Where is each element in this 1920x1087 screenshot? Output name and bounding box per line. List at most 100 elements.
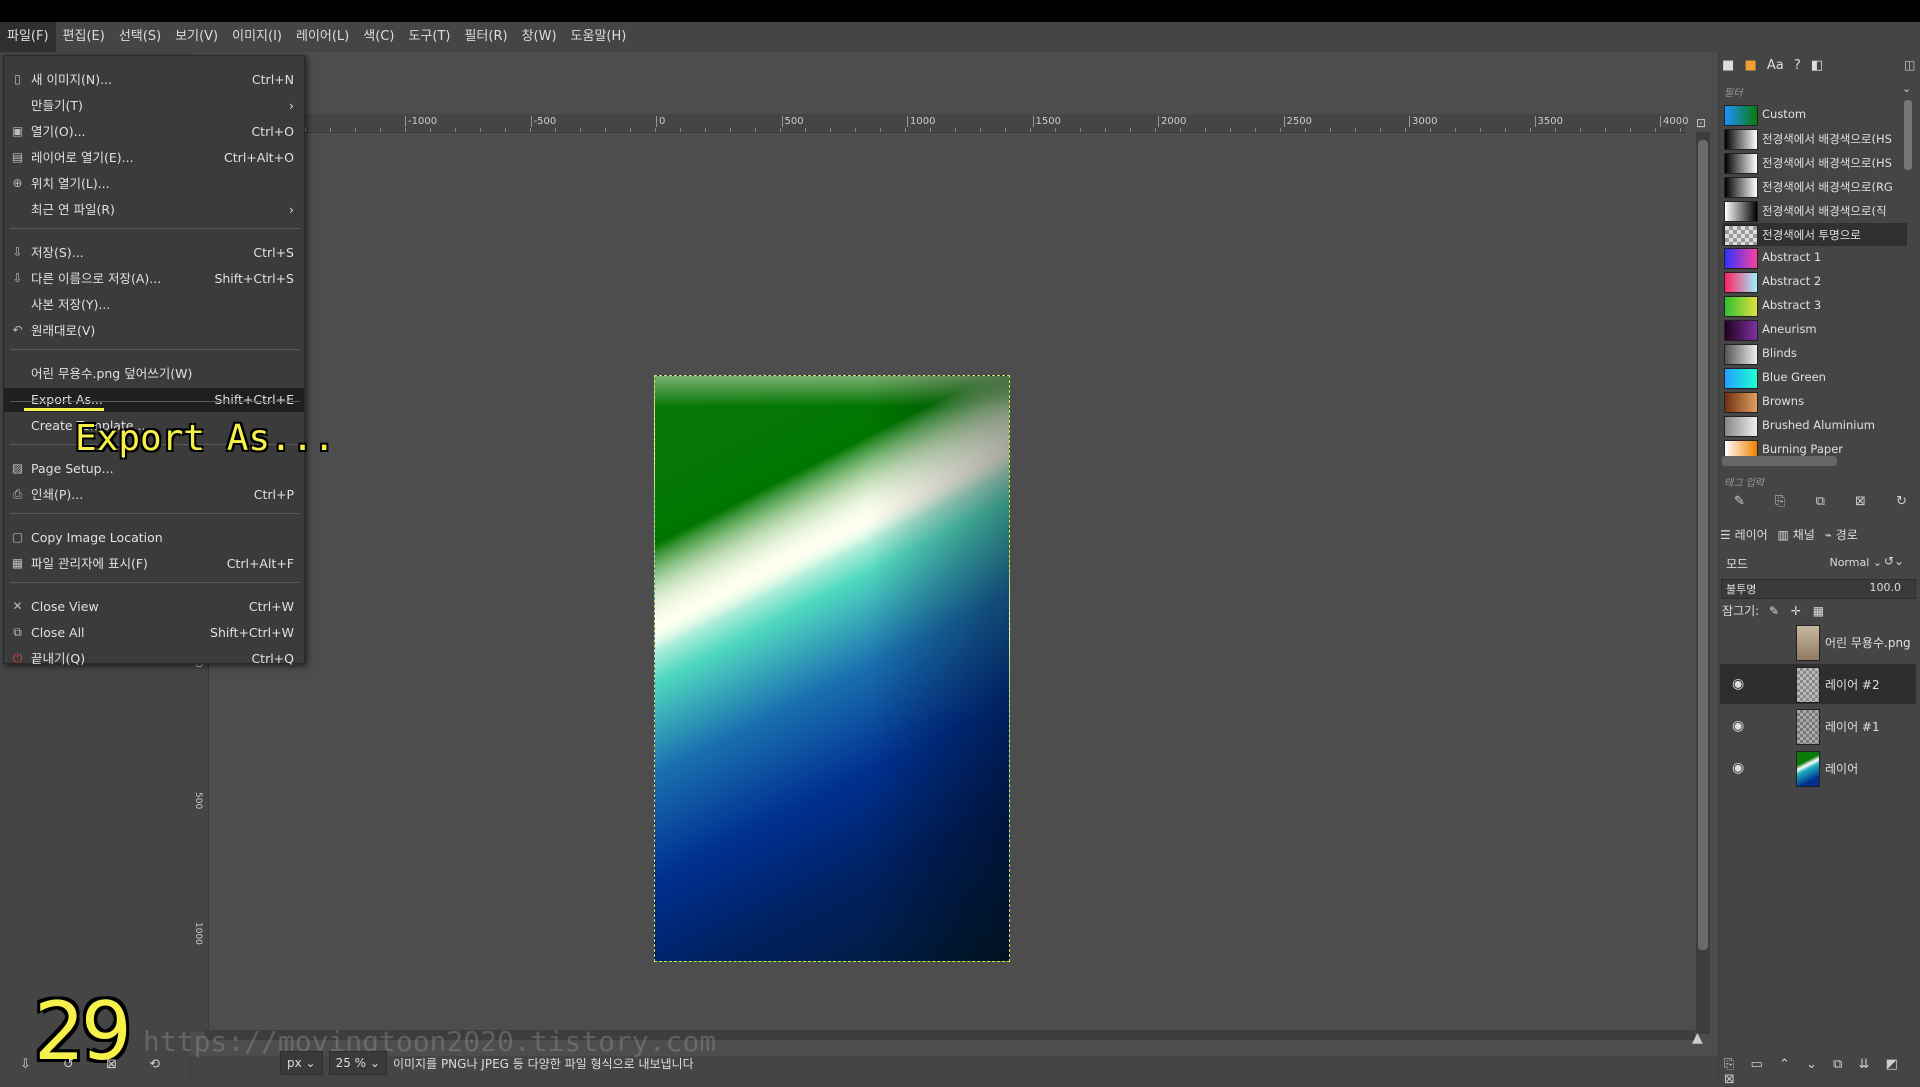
new-gradient-icon[interactable]: ⎘ [1775, 494, 1785, 509]
menubar-item-8[interactable]: 필터(R) [457, 22, 514, 52]
lock-alpha-icon[interactable]: ▦ [1813, 604, 1824, 618]
mode-select[interactable]: Normal ⌄ [1820, 553, 1882, 573]
file-menu-item-10[interactable]: 어린 무용수.png 덮어쓰기(W) [4, 362, 304, 386]
tab-layers[interactable]: ☰ 레이어 [1720, 528, 1768, 542]
merge-layer-icon[interactable]: ⇊ [1859, 1057, 1870, 1072]
gradient-item[interactable]: 전경색에서 배경색으로(RG [1722, 175, 1907, 198]
fg-bg-color-tab-icon[interactable]: ■ [1722, 58, 1734, 73]
file-menu-item-11[interactable]: Export As... Shift+Ctrl+E [4, 388, 304, 412]
unit-select[interactable]: px ⌄ [280, 1051, 323, 1075]
menubar-item-5[interactable]: 레이어(L) [289, 22, 356, 52]
menubar-item-2[interactable]: 선택(S) [112, 22, 168, 52]
lower-layer-icon[interactable]: ⌄ [1806, 1057, 1817, 1072]
menubar-item-3[interactable]: 보기(V) [168, 22, 225, 52]
gradient-item[interactable]: Browns [1722, 390, 1907, 413]
gradient-hscroll-thumb[interactable] [1722, 456, 1837, 466]
gradient-item[interactable]: Aneurism [1722, 318, 1907, 342]
raise-layer-icon[interactable]: ⌃ [1779, 1057, 1790, 1072]
brush-tab-icon[interactable]: ■ [1744, 58, 1756, 73]
lock-pixels-icon[interactable]: ✎ [1769, 604, 1779, 618]
duplicate-layer-icon[interactable]: ⧉ [1833, 1057, 1842, 1072]
refresh-gradients-icon[interactable]: ↻ [1896, 494, 1907, 509]
file-menu-item-16[interactable]: ▦ 파일 관리자에 표시(F) Ctrl+Alt+F [4, 552, 304, 576]
layer-row[interactable]: 어린 무용수.png [1720, 622, 1916, 662]
ruler-top[interactable]: -1000 -500 0 500 1000 1500 2000 2500 3000 3500 400… [305, 114, 1688, 133]
tag-input[interactable]: 태그 입력 [1724, 474, 1764, 489]
zoom-image-icon[interactable]: ⊡ [1696, 116, 1706, 130]
gradient-list-scroll-thumb[interactable] [1904, 100, 1912, 170]
gradient-item[interactable]: 전경색에서 배경색으로(HS [1722, 127, 1907, 150]
tab-paths[interactable]: ⌁ 경로 [1825, 528, 1858, 542]
new-layer-icon[interactable]: ⎘ [1724, 1057, 1734, 1072]
lock-position-icon[interactable]: ✛ [1791, 604, 1801, 618]
file-menu-item-15[interactable]: ▢ Copy Image Location [4, 526, 304, 550]
file-menu-item-7[interactable]: ⇩ 다른 이름으로 저장(A)... Shift+Ctrl+S [4, 267, 304, 291]
layer-row[interactable]: ◉ 레이어 [1720, 748, 1916, 788]
file-menu-item-label: 최근 연 파일(R) [31, 202, 115, 217]
file-menu-item-8[interactable]: 사본 저장(Y)... [4, 293, 304, 317]
menubar-item-10[interactable]: 도움말(H) [564, 22, 634, 52]
file-menu-item-17[interactable]: ✕ Close View Ctrl+W [4, 595, 304, 619]
vertical-scrollbar-thumb[interactable] [1698, 140, 1708, 950]
gradient-item[interactable]: Abstract 2 [1722, 270, 1907, 294]
tab-channels[interactable]: ▥ 채널 [1778, 528, 1815, 542]
font-tab-icon[interactable]: Aa [1767, 58, 1784, 73]
file-menu-item-1[interactable]: 만들기(T) › [4, 94, 304, 118]
mode-reset-icon[interactable]: ↺⌄ [1884, 554, 1904, 568]
mask-layer-icon[interactable]: ◩ [1886, 1057, 1898, 1072]
gradient-item[interactable]: Abstract 1 [1722, 246, 1907, 270]
gradient-item[interactable]: Blinds [1722, 342, 1907, 365]
gradient-item[interactable]: Blue Green [1722, 366, 1907, 389]
dock-config-icon[interactable]: ◫ [1904, 58, 1915, 72]
navigate-icon[interactable]: ▲ [1692, 1030, 1703, 1046]
save-tool-preset-icon[interactable]: ⇩ [20, 1057, 31, 1072]
ruler-tick [1680, 128, 1681, 132]
menubar-item-1[interactable]: 편집(E) [56, 22, 112, 52]
file-menu-item-9[interactable]: ↶ 원래대로(V) [4, 319, 304, 343]
layer-row[interactable]: ◉ 레이어 #1 [1720, 706, 1916, 746]
edit-gradient-icon[interactable]: ✎ [1734, 494, 1745, 509]
delete-tool-preset-icon[interactable]: ⊠ [106, 1057, 117, 1072]
menubar-item-6[interactable]: 색(C) [356, 22, 401, 52]
ruler-tick [1255, 128, 1256, 132]
file-menu-item-4[interactable]: ⊕ 위치 열기(L)... [4, 172, 304, 196]
gradient-item[interactable]: 전경색에서 배경색으로(HS [1722, 151, 1907, 174]
file-menu-item-13[interactable]: ▨ Page Setup... [4, 457, 304, 481]
menubar-item-4[interactable]: 이미지(I) [225, 22, 289, 52]
eye-icon[interactable]: ◉ [1732, 676, 1744, 692]
chevron-down-icon[interactable]: ⌄ [1902, 82, 1911, 95]
file-menu-item-2[interactable]: ▣ 열기(O)... Ctrl+O [4, 120, 304, 144]
menubar-item-0[interactable]: 파일(F) [0, 22, 56, 52]
file-menu-item-3[interactable]: ▤ 레이어로 열기(E)... Ctrl+Alt+O [4, 146, 304, 170]
new-layer-group-icon[interactable]: ▭ [1751, 1057, 1763, 1072]
file-menu-item-14[interactable]: ⎙ 인쇄(P)... Ctrl+P [4, 483, 304, 507]
menubar-item-7[interactable]: 도구(T) [401, 22, 457, 52]
file-menu-item-0[interactable]: ▯ 새 이미지(N)... Ctrl+N [4, 68, 304, 92]
help-tab-icon[interactable]: ? [1794, 58, 1801, 73]
gradient-item[interactable]: Custom [1722, 103, 1907, 126]
delete-gradient-icon[interactable]: ⊠ [1855, 494, 1866, 509]
restore-tool-preset-icon[interactable]: ↺ [63, 1057, 74, 1072]
file-menu-item-label: 만들기(T) [31, 98, 83, 113]
eye-icon[interactable]: ◉ [1732, 760, 1744, 776]
file-menu-item-5[interactable]: 최근 연 파일(R) › [4, 198, 304, 222]
gradient-item[interactable]: 전경색에서 배경색으로(직 [1722, 199, 1907, 222]
gradient-tab-icon[interactable]: ◧ [1811, 58, 1823, 73]
ruler-tick [630, 128, 631, 132]
image-canvas[interactable] [654, 375, 1010, 962]
reset-tool-icon[interactable]: ⟲ [149, 1057, 160, 1072]
layer-thumbnail [1796, 625, 1820, 661]
duplicate-gradient-icon[interactable]: ⧉ [1816, 494, 1825, 509]
layer-row[interactable]: ◉ 레이어 #2 [1720, 664, 1916, 704]
gradient-item[interactable]: 전경색에서 투명으로 [1722, 222, 1907, 246]
zoom-select[interactable]: 25 % ⌄ [328, 1051, 387, 1075]
gradient-item[interactable]: Brushed Aluminium [1722, 414, 1907, 437]
gradient-item[interactable]: Abstract 3 [1722, 294, 1907, 318]
opacity-slider[interactable]: 불투명 100.0 [1721, 579, 1916, 599]
file-menu-item-19[interactable]: ⏻ 끝내기(Q) Ctrl+Q [4, 647, 304, 671]
file-menu-item-label: 사본 저장(Y)... [31, 297, 111, 312]
file-menu-item-18[interactable]: ⧉ Close All Shift+Ctrl+W [4, 621, 304, 645]
menubar-item-9[interactable]: 창(W) [515, 22, 564, 52]
file-menu-item-6[interactable]: ⇩ 저장(S)... Ctrl+S [4, 241, 304, 265]
eye-icon[interactable]: ◉ [1732, 718, 1744, 734]
